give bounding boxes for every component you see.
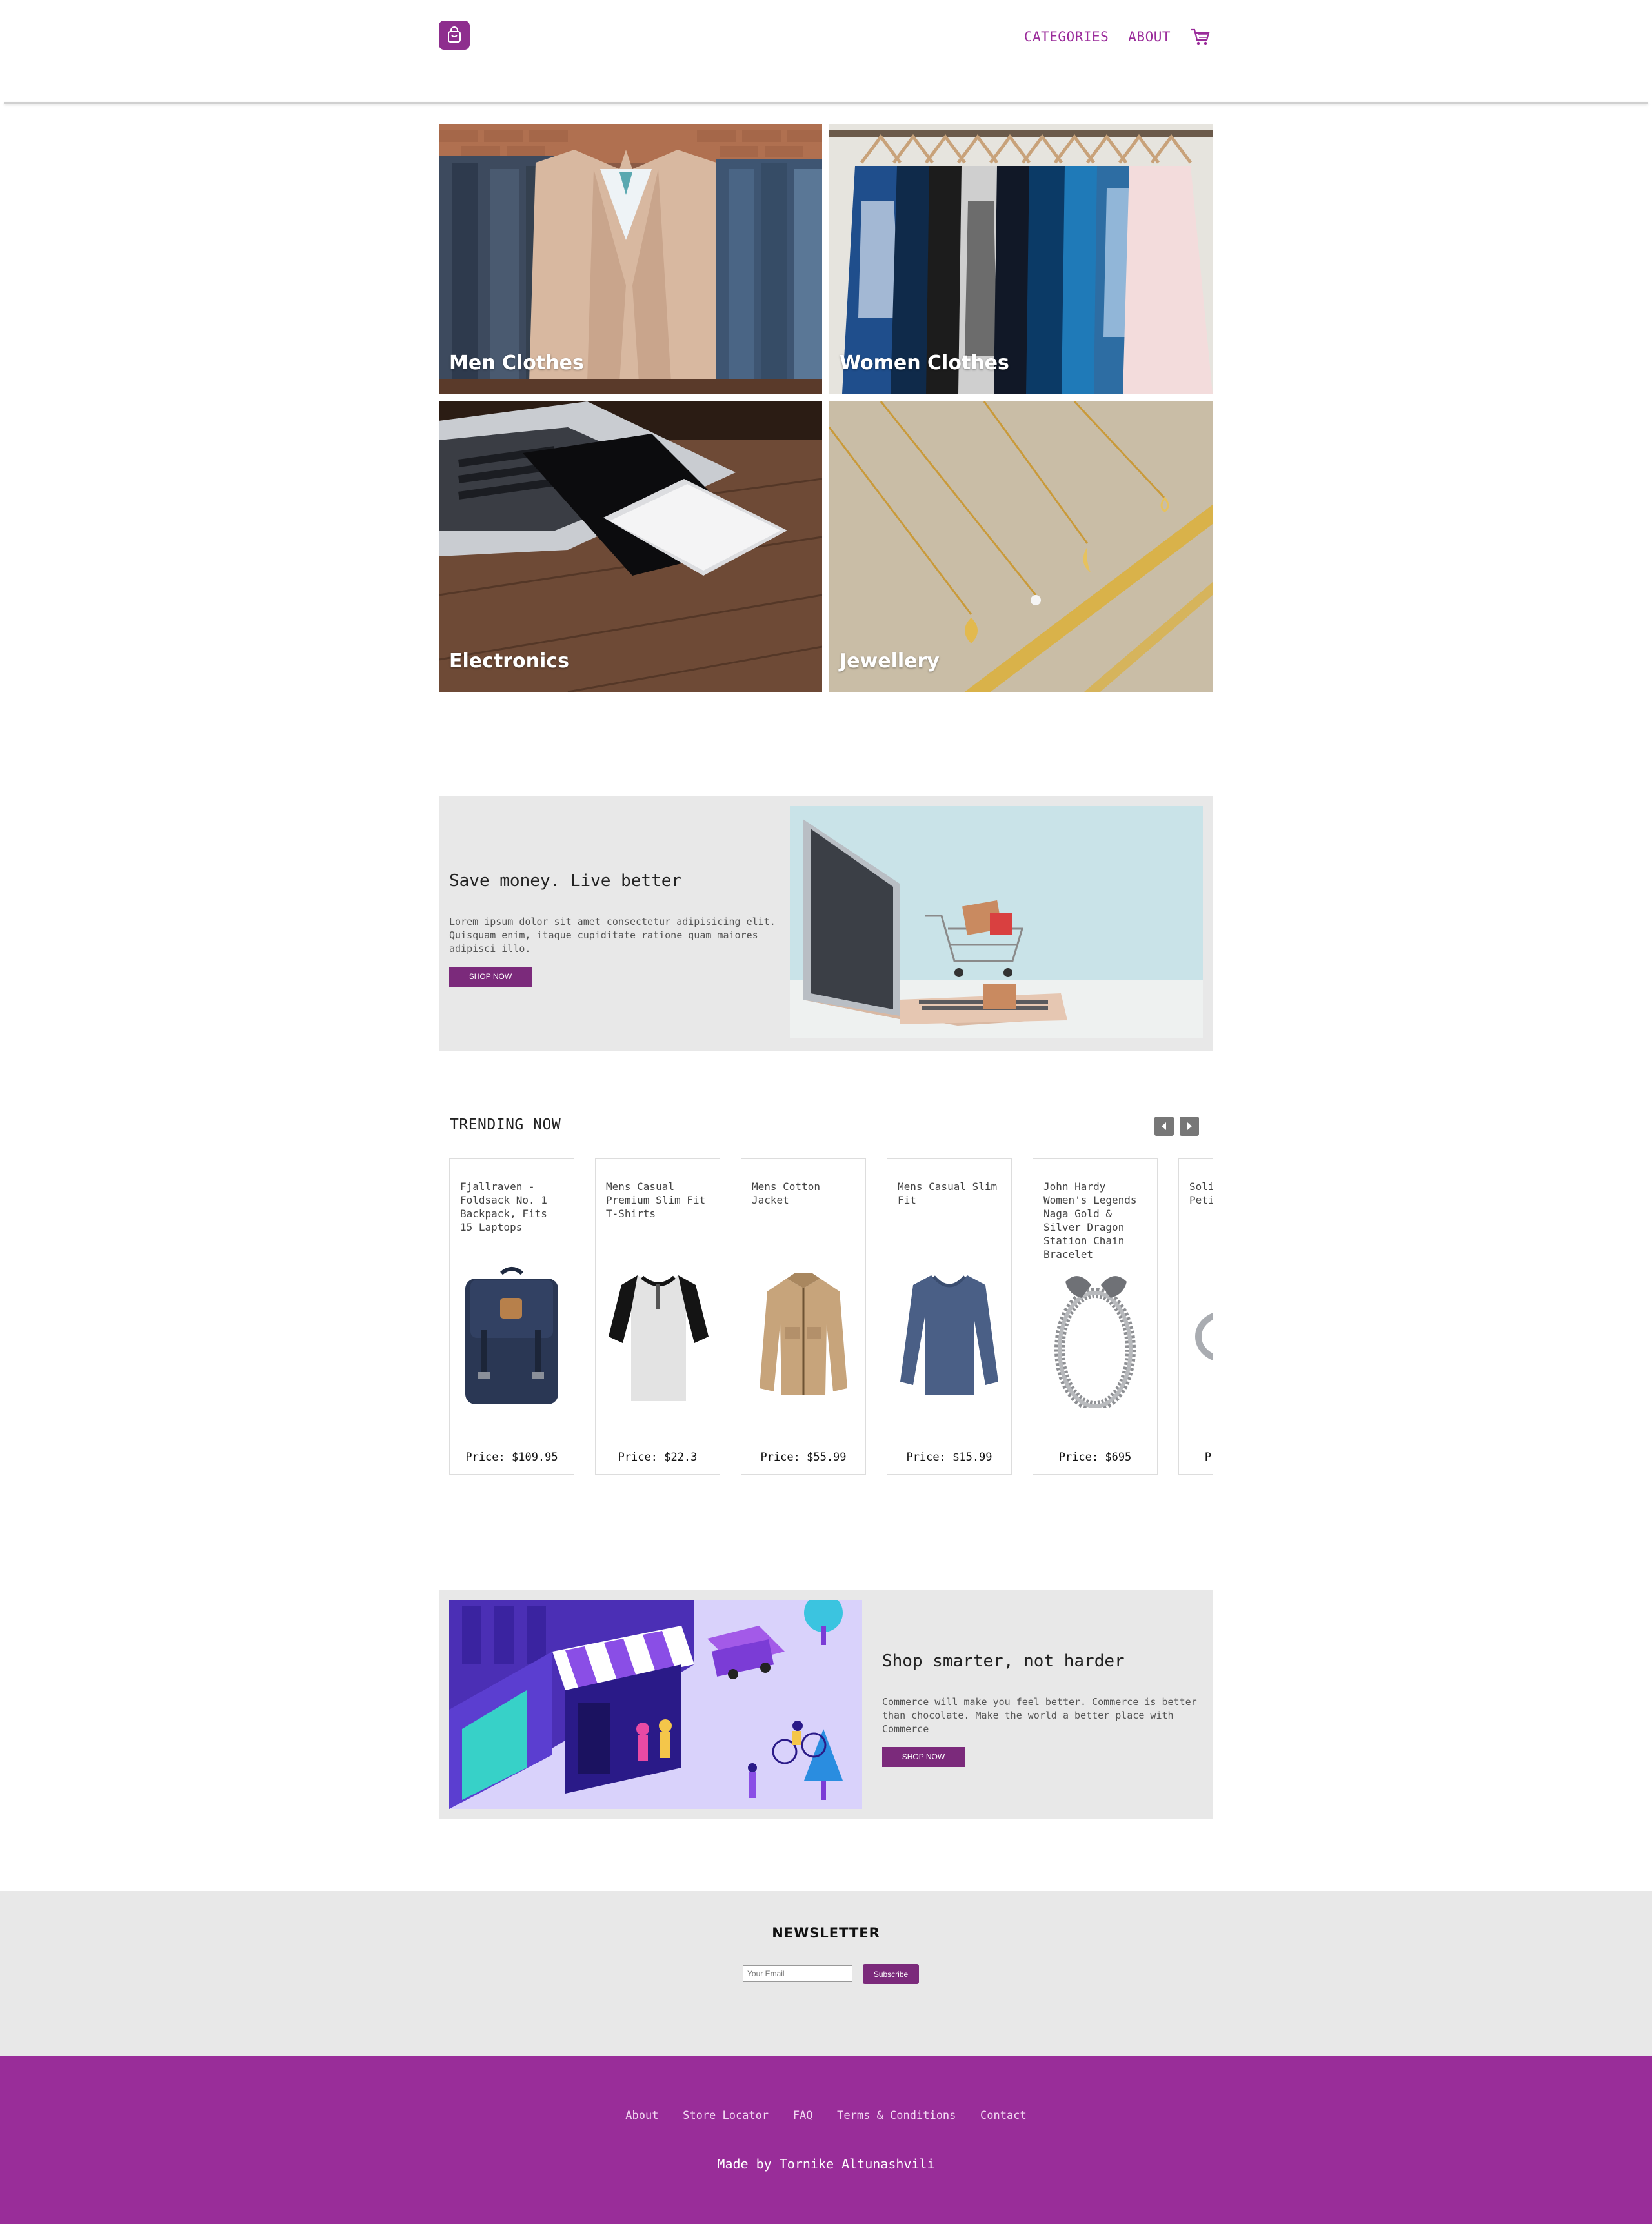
- subscribe-button[interactable]: Subscribe: [863, 1964, 919, 1984]
- category-men-clothes[interactable]: Men Clothes: [439, 124, 822, 394]
- jewellery-image: [829, 401, 1213, 692]
- footer-link-contact[interactable]: Contact: [980, 2109, 1027, 2122]
- product-price: Price: $22.3: [618, 1451, 698, 1464]
- product-name: Mens Cotton Jacket: [752, 1180, 820, 1206]
- product-price: Price: $695: [1058, 1451, 1132, 1464]
- jacket-image: [760, 1273, 847, 1395]
- category-label: Jewellery: [840, 650, 940, 672]
- shopping-bag-icon: [448, 26, 461, 43]
- arrow-left-icon: [1162, 1122, 1166, 1130]
- product-card[interactable]: John Hardy Women's Legends Naga Gold & S…: [1032, 1158, 1158, 1475]
- site-footer: About Store Locator FAQ Terms & Conditio…: [0, 2056, 1652, 2224]
- newsletter-title: NEWSLETTER: [772, 1925, 880, 1941]
- category-jewellery[interactable]: Jewellery: [829, 401, 1213, 692]
- promo-shop-smarter: Shop smarter, not harder Commerce will m…: [439, 1590, 1213, 1819]
- shop-now-button[interactable]: SHOP NOW: [449, 967, 532, 987]
- promo-save-money: Save money. Live better Lorem ipsum dolo…: [439, 796, 1213, 1051]
- nav-about[interactable]: ABOUT: [1128, 29, 1171, 45]
- carousel-prev-button[interactable]: [1154, 1117, 1174, 1136]
- email-input[interactable]: [743, 1965, 852, 1982]
- laptop-cart-image: [790, 806, 1203, 1038]
- category-label: Electronics: [449, 650, 569, 672]
- arrow-right-icon: [1187, 1122, 1192, 1130]
- category-women-clothes[interactable]: Women Clothes: [829, 124, 1213, 394]
- promo-title: Shop smarter, not harder: [882, 1652, 1125, 1671]
- main-nav: CATEGORIES ABOUT: [1024, 27, 1211, 46]
- product-card[interactable]: Mens Cotton Jacket Price: $55.99: [741, 1158, 866, 1475]
- logo[interactable]: [439, 21, 470, 50]
- category-label: Women Clothes: [840, 352, 1009, 374]
- product-name: Mens Casual Slim Fit: [898, 1180, 998, 1206]
- product-card[interactable]: Mens Casual Premium Slim Fit T-Shirts Pr…: [595, 1158, 720, 1475]
- product-name: Mens Casual Premium Slim Fit T-Shirts: [606, 1180, 706, 1220]
- trending-carousel: Fjallraven - Foldsack No. 1 Backpack, Fi…: [439, 1158, 1213, 1475]
- tshirt-image: [609, 1275, 709, 1401]
- category-label: Men Clothes: [449, 352, 584, 374]
- product-card[interactable]: Fjallraven - Foldsack No. 1 Backpack, Fi…: [449, 1158, 574, 1475]
- product-price: Price: $15.99: [906, 1451, 992, 1464]
- promo-text: Commerce will make you feel better. Comm…: [882, 1696, 1197, 1735]
- bracelet-image: [1054, 1276, 1136, 1408]
- product-card[interactable]: Solid Gold Petite Micropave Price: $168: [1178, 1158, 1213, 1475]
- newsletter-section: NEWSLETTER Subscribe: [0, 1891, 1652, 2056]
- footer-links: About Store Locator FAQ Terms & Conditio…: [0, 2109, 1652, 2122]
- footer-credit: Made by Tornike Altunashvili: [717, 2156, 935, 2172]
- product-name: John Hardy Women's Legends Naga Gold & S…: [1043, 1180, 1137, 1260]
- footer-link-store-locator[interactable]: Store Locator: [683, 2109, 769, 2122]
- product-price: Price: $109.95: [465, 1451, 558, 1464]
- ring-image: [1195, 1312, 1213, 1361]
- site-header: CATEGORIES ABOUT: [0, 0, 1652, 103]
- nav-categories[interactable]: CATEGORIES: [1024, 29, 1109, 45]
- product-card[interactable]: Mens Casual Slim Fit Price: $15.99: [887, 1158, 1012, 1475]
- longsleeve-image: [900, 1275, 998, 1395]
- product-name: Solid Gold Petite Micropave: [1189, 1180, 1213, 1206]
- footer-link-terms[interactable]: Terms & Conditions: [837, 2109, 956, 2122]
- shop-now-button[interactable]: SHOP NOW: [882, 1747, 965, 1767]
- footer-link-faq[interactable]: FAQ: [793, 2109, 813, 2122]
- category-electronics[interactable]: Electronics: [439, 401, 822, 692]
- product-name: Fjallraven - Foldsack No. 1 Backpack, Fi…: [460, 1180, 547, 1233]
- trending-title: TRENDING NOW: [450, 1117, 561, 1133]
- footer-link-about[interactable]: About: [625, 2109, 658, 2122]
- header-divider: [4, 102, 1648, 104]
- product-price: Price: $55.99: [760, 1451, 847, 1464]
- carousel-next-button[interactable]: [1180, 1117, 1199, 1136]
- storefront-illustration: [449, 1600, 862, 1809]
- electronics-image: [439, 401, 822, 692]
- product-price: Price: $168: [1204, 1451, 1213, 1464]
- promo-text: Lorem ipsum dolor sit amet consectetur a…: [449, 916, 776, 955]
- cart-icon[interactable]: [1190, 27, 1211, 46]
- backpack-image: [465, 1267, 558, 1404]
- promo-title: Save money. Live better: [449, 871, 682, 891]
